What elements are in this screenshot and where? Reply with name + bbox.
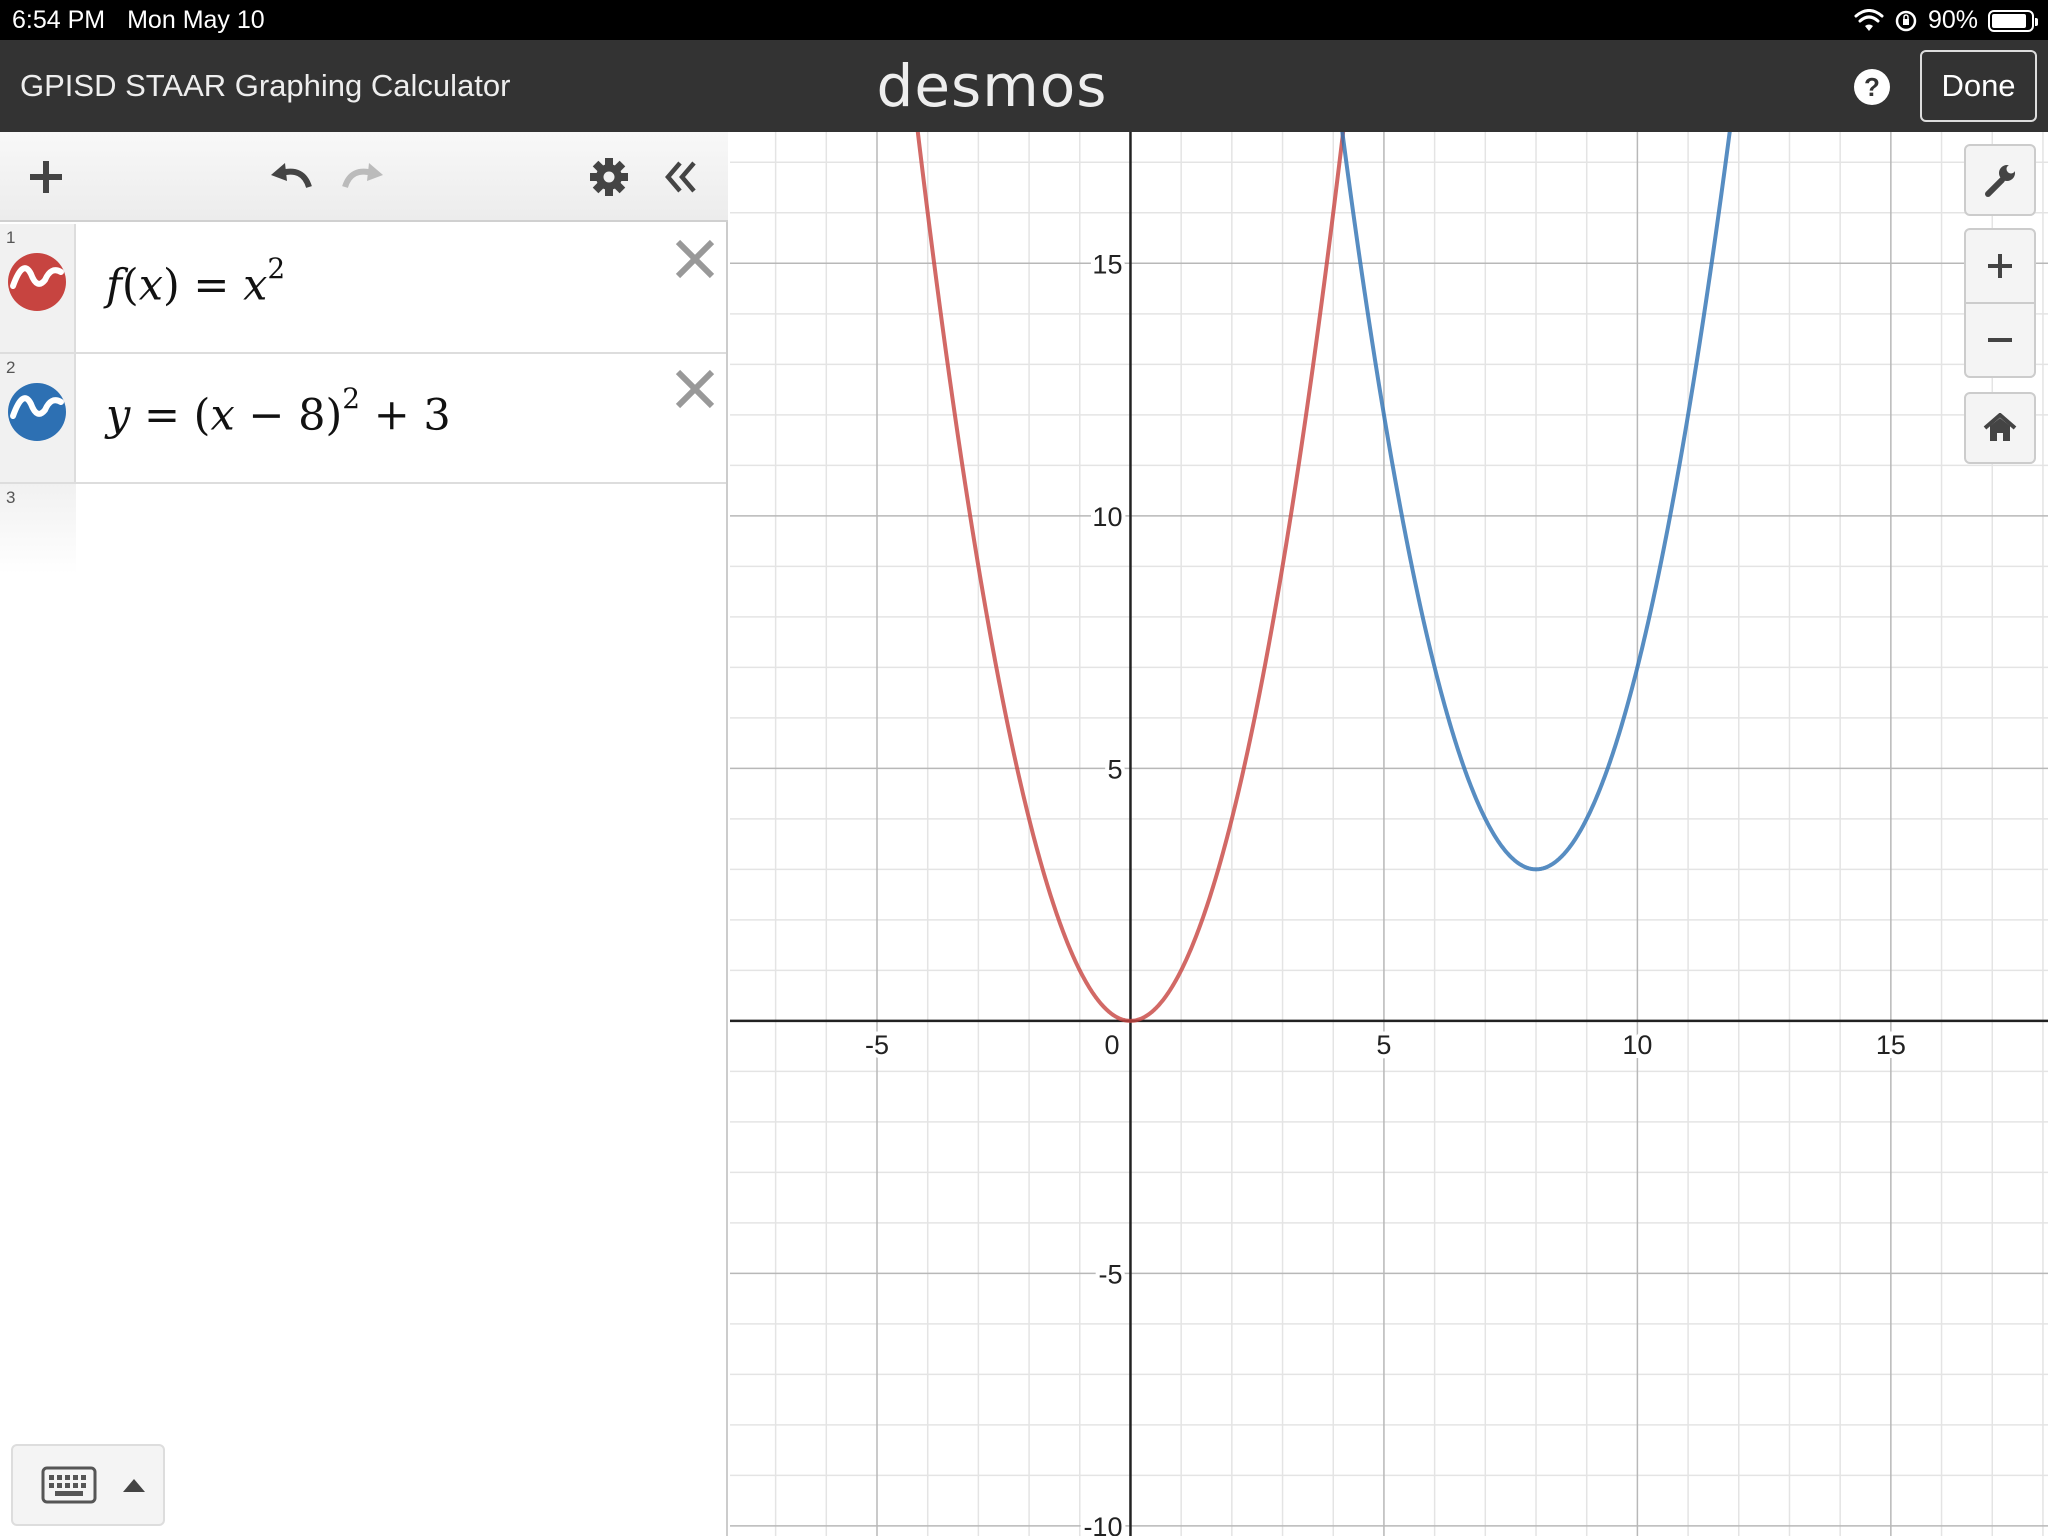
math-exponent: 2 (342, 382, 361, 415)
expression-number: 3 (6, 488, 16, 507)
home-icon (1983, 413, 2017, 441)
status-bar: 6:54 PM Mon May 10 90% (0, 0, 2048, 40)
expression-math[interactable]: y = (x − 8)2 + 3 (106, 382, 451, 441)
status-time: 6:54 PM (12, 6, 106, 34)
math-exponent: 2 (267, 252, 286, 285)
graph-svg[interactable]: -5-5 00 55 1010 15151515101055-5-5-10-10 (730, 132, 2048, 1536)
plus-icon[interactable] (19, 150, 73, 204)
expression-number: 1 (6, 228, 16, 247)
orientation-lock-icon (1895, 10, 1917, 31)
home-button[interactable] (1964, 392, 2036, 464)
graph-settings-button[interactable] (1964, 144, 2036, 216)
math-token: ( (121, 260, 139, 311)
wifi-icon (1854, 8, 1884, 31)
desmos-logo: desmos (876, 52, 1108, 120)
zoom-out-icon (1988, 338, 2012, 342)
graph-visibility-icon[interactable] (7, 252, 67, 312)
new-expression-row[interactable]: 3 (0, 484, 726, 574)
zoom-in-button[interactable] (1964, 228, 2036, 304)
battery-icon (1988, 9, 2038, 32)
x-tick-label: 10 (1622, 1030, 1652, 1060)
keyboard-icon (41, 1466, 97, 1504)
battery-percent: 90% (1927, 6, 1978, 34)
y-tick-label: 5 (1107, 754, 1122, 784)
x-tick-label: 15 (1876, 1030, 1906, 1060)
expression-list: 1 f(x) = x2 2 y = (x − 8)2 + 3 3 (0, 224, 726, 574)
expression-toolbar (0, 132, 728, 222)
app-header: GPISD STAAR Graphing Calculator desmos ?… (0, 40, 2048, 132)
expression-number: 2 (6, 358, 16, 377)
math-token: − 8 (234, 390, 326, 441)
keypad-toggle-button[interactable] (11, 1444, 165, 1526)
collapse-chevrons-icon[interactable] (653, 150, 707, 204)
math-token: x (138, 260, 163, 311)
math-token: f (106, 260, 122, 311)
wrench-icon (1985, 164, 2016, 197)
delete-expression-icon[interactable] (672, 366, 718, 412)
y-tick-label: -10 (1083, 1512, 1122, 1536)
x-tick-label: 0 (1104, 1030, 1119, 1060)
expression-item[interactable]: 1 f(x) = x2 (0, 224, 726, 354)
x-tick-label: -5 (865, 1030, 889, 1060)
math-token: = (179, 260, 244, 311)
gear-icon[interactable] (582, 150, 636, 204)
math-token: y (106, 390, 131, 441)
redo-icon[interactable] (336, 150, 390, 204)
math-token: x (243, 260, 268, 311)
expression-math[interactable]: f(x) = x2 (106, 252, 285, 311)
graph-visibility-icon[interactable] (7, 382, 67, 442)
math-token: + 3 (360, 390, 451, 441)
graph-canvas[interactable]: -5 -5 0 0 5 5 10 10 15 15 15 15 10 10 5 5 -5 -5 -10 -10 (730, 132, 2048, 1536)
math-token: ) (325, 390, 343, 441)
caret-up-icon (123, 1479, 145, 1492)
zoom-out-button[interactable] (1964, 302, 2036, 378)
help-button[interactable]: ? (1854, 69, 1890, 105)
math-token: x (210, 390, 235, 441)
expression-panel: 1 f(x) = x2 2 y = (x − 8)2 + 3 3 (0, 132, 728, 1536)
status-date: Mon May 10 (127, 6, 265, 34)
y-tick-label: -5 (1098, 1259, 1122, 1289)
done-button[interactable]: Done (1920, 50, 2037, 122)
delete-expression-icon[interactable] (672, 236, 718, 282)
undo-icon[interactable] (264, 150, 318, 204)
math-token: ) (162, 260, 180, 311)
x-tick-label: 5 (1376, 1030, 1391, 1060)
zoom-in-icon (1988, 254, 2012, 278)
y-tick-label: 15 (1092, 249, 1122, 279)
expression-item[interactable]: 2 y = (x − 8)2 + 3 (0, 354, 726, 484)
y-tick-label: 10 (1092, 502, 1122, 532)
math-token: = (130, 390, 194, 441)
math-token: ( (193, 390, 211, 441)
